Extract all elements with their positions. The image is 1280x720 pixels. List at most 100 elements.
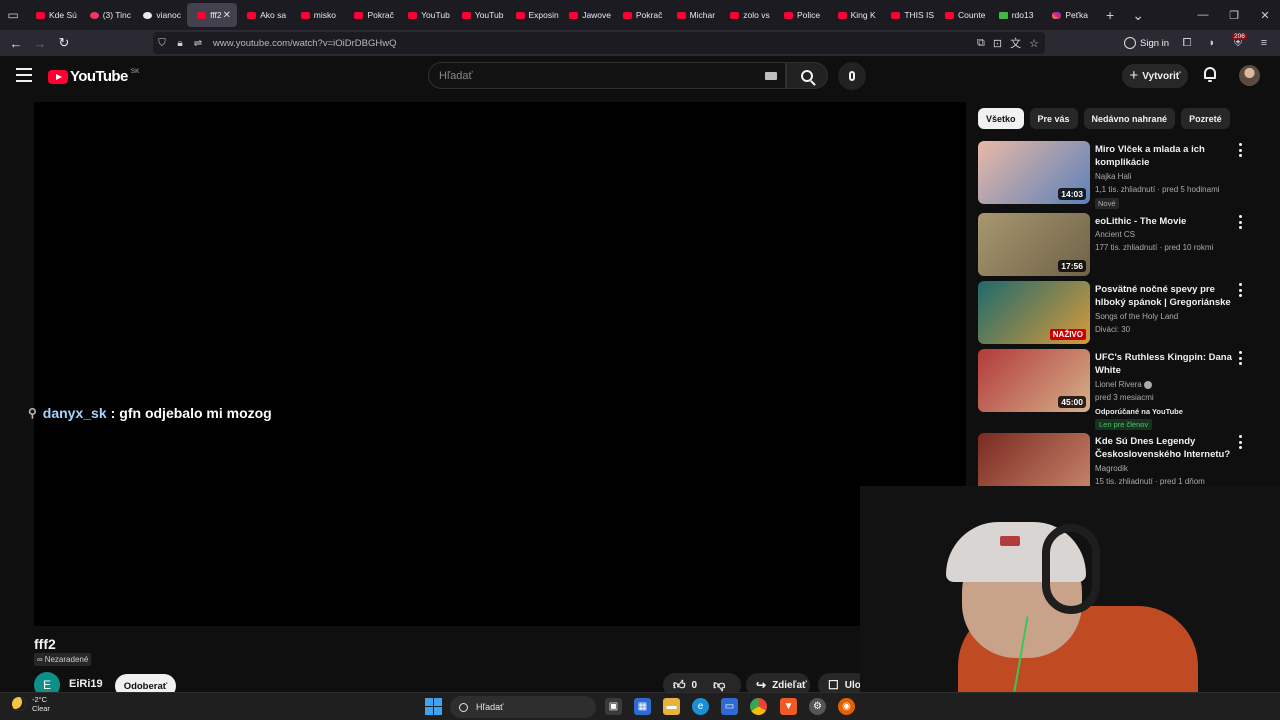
app-menu-icon[interactable]: ≡ (1256, 35, 1272, 51)
more-options-icon[interactable] (1236, 351, 1244, 365)
recommendation-channel[interactable]: Magrodik (1095, 464, 1128, 473)
forward-arrow-icon[interactable]: → (28, 30, 52, 56)
browser-tab[interactable]: vianoc (133, 3, 187, 27)
url-bar[interactable]: ⛉ 🔒︎ ⇌ www.youtube.com/watch?v=iOiDrDBGH… (153, 32, 1045, 54)
recommendation-title[interactable]: Posvätné nočné spevy pre hlboký spánok |… (1095, 283, 1233, 310)
browser-tab[interactable]: misko (291, 3, 345, 27)
shield-icon[interactable]: ⛉ (153, 38, 171, 49)
windows-start-icon[interactable] (425, 698, 442, 715)
browser-tab[interactable]: Police (774, 3, 828, 27)
weather-widget[interactable]: -2°C Clear (12, 695, 50, 713)
back-arrow-icon[interactable]: ← (4, 30, 28, 56)
extensions-icon[interactable]: ⧠ (1179, 35, 1195, 51)
file-explorer-icon[interactable]: ▬ (663, 698, 680, 715)
browser-tab[interactable]: Peťka (1042, 3, 1096, 27)
new-tab-button[interactable]: + (1096, 0, 1124, 30)
thumbs-down-icon[interactable]: 👎︎ (713, 678, 725, 693)
task-view-icon[interactable]: ▣ (605, 698, 622, 715)
tab-list-icon[interactable]: ▭ (0, 0, 26, 30)
create-button[interactable]: + Vytvoriť (1122, 64, 1188, 88)
recommendation-title[interactable]: UFC's Ruthless Kingpin: Dana White (1095, 351, 1233, 377)
photos-icon[interactable]: ▭ (721, 698, 738, 715)
browser-tab[interactable]: THIS IS (881, 3, 935, 27)
filter-chip[interactable]: Pre vás (1029, 108, 1078, 129)
reload-icon[interactable]: ↻ (52, 30, 76, 56)
recommendation-title[interactable]: Kde Sú Dnes Legendy Československého Int… (1095, 435, 1233, 461)
channel-name[interactable]: EiRi19 (69, 678, 103, 690)
more-options-icon[interactable] (1236, 143, 1244, 157)
browser-tab[interactable]: zolo vs (720, 3, 774, 27)
close-tab-icon[interactable]: ✕ (223, 10, 231, 21)
lock-icon[interactable]: 🔒︎ (171, 38, 189, 49)
permissions-icon[interactable]: ⇌ (189, 38, 207, 49)
guide-menu-icon[interactable] (16, 68, 32, 82)
chat-text: gfn odjebalo mi mozog (119, 405, 272, 421)
minimize-icon[interactable]: — (1187, 0, 1219, 30)
browser-tab[interactable]: Pokrač (613, 3, 667, 27)
recommendation-item[interactable]: NAŽIVO Posvätné nočné spevy pre hlboký sp… (978, 281, 1250, 345)
search-input[interactable]: Hľadať (428, 62, 786, 89)
edge-icon[interactable]: e (692, 698, 709, 715)
maximize-icon[interactable]: ❐ (1218, 0, 1250, 30)
steam-icon[interactable]: ⚙ (809, 698, 826, 715)
chrome-icon[interactable] (750, 698, 767, 715)
browser-tab[interactable]: Jawove (559, 3, 613, 27)
firefox-icon[interactable]: ◉ (838, 698, 855, 715)
taskbar-search[interactable]: Hľadať (450, 696, 596, 718)
store-icon[interactable]: ▦ (634, 698, 651, 715)
favicon-icon (1052, 11, 1062, 19)
translate-icon[interactable]: 文 (1010, 35, 1021, 51)
brave-icon[interactable]: ▼ (780, 698, 797, 715)
recommendation-channel[interactable]: Songs of the Holy Land (1095, 312, 1178, 321)
vpn-icon[interactable]: ◗ (1204, 35, 1220, 51)
more-options-icon[interactable] (1236, 215, 1244, 229)
video-thumbnail[interactable]: 14:03 (978, 141, 1090, 204)
voice-search-button[interactable] (838, 62, 866, 90)
video-player[interactable] (34, 102, 966, 626)
tab-active[interactable]: fff2 ✕ (187, 3, 238, 27)
filter-chip[interactable]: Pozreté (1181, 108, 1230, 129)
recommendation-item[interactable]: 45:00 UFC's Ruthless Kingpin: Dana White L… (978, 349, 1250, 430)
browser-tab[interactable]: Michar (667, 3, 721, 27)
tab-label: Kde Sú (49, 10, 77, 20)
notifications-bell-icon[interactable] (1203, 67, 1217, 83)
sign-in-button[interactable]: Sign in (1124, 30, 1169, 56)
browser-tab[interactable]: (3) Tinc (80, 3, 134, 27)
video-thumbnail[interactable]: NAŽIVO (978, 281, 1090, 344)
close-window-icon[interactable]: ✕ (1249, 0, 1280, 30)
video-thumbnail[interactable]: 17:56 (978, 213, 1090, 276)
more-options-icon[interactable] (1236, 283, 1244, 297)
user-avatar[interactable] (1239, 65, 1260, 86)
recommendation-item[interactable]: 17:56 eoLithic - The Movie Ancient CS 177 t… (978, 213, 1250, 277)
browser-tab[interactable]: Ako sa (237, 3, 291, 27)
browser-tab[interactable]: YouTub (452, 3, 506, 27)
bookmark-star-icon[interactable]: ☆ (1029, 37, 1039, 50)
keyboard-icon[interactable] (765, 72, 777, 80)
browser-tab[interactable]: YouTub (398, 3, 452, 27)
recommendation-channel[interactable]: Najka Hali (1095, 172, 1131, 181)
more-options-icon[interactable] (1236, 435, 1244, 449)
recommendation-item[interactable]: 14:03 Miro Vlček a mlada a ich komplikáci… (978, 141, 1250, 209)
picture-in-picture-icon[interactable]: ⧉ (977, 37, 985, 50)
youtube-logo[interactable]: YouTube SK (48, 68, 139, 85)
browser-tab[interactable]: rdo13 (989, 3, 1043, 27)
list-all-tabs-icon[interactable]: ⌄ (1124, 0, 1152, 30)
browser-tab-strip: ▭ Kde Sú (3) Tinc vianoc fff2 ✕ Ako sa misko Po… (0, 0, 1280, 30)
search-button[interactable] (786, 62, 828, 89)
recommendation-title[interactable]: eoLithic - The Movie (1095, 215, 1233, 228)
browser-tab[interactable]: Exposin (506, 3, 560, 27)
screenshot-icon[interactable]: ⊡ (993, 37, 1002, 50)
filter-chip[interactable]: Nedávno nahrané (1083, 108, 1176, 129)
browser-tab[interactable]: Counte (935, 3, 989, 27)
filter-chip[interactable]: Všetko (978, 108, 1024, 129)
browser-tab[interactable]: Kde Sú (26, 3, 80, 27)
recommendation-channel[interactable]: Lionel Rivera (1095, 380, 1152, 389)
browser-tab[interactable]: Pokrač (344, 3, 398, 27)
recommendation-channel[interactable]: Ancient CS (1095, 230, 1135, 239)
url-text[interactable]: www.youtube.com/watch?v=iOiDrDBGHwQ (213, 38, 396, 49)
video-thumbnail[interactable]: 45:00 (978, 349, 1090, 412)
favicon-icon (461, 11, 471, 19)
favicon-icon (998, 11, 1008, 19)
browser-tab[interactable]: King K (828, 3, 882, 27)
recommendation-title[interactable]: Miro Vlček a mlada a ich komplikácie (1095, 143, 1233, 169)
